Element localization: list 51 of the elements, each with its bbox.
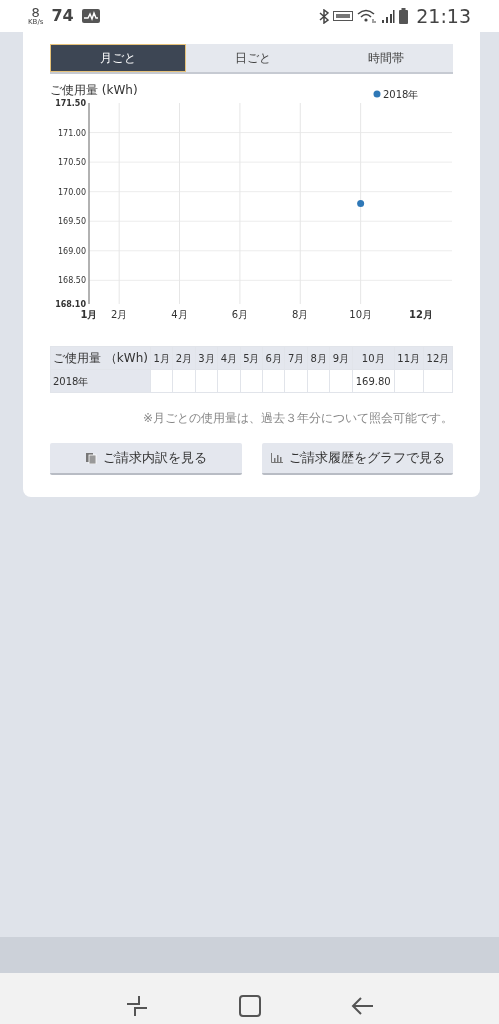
battery-icon xyxy=(399,8,409,24)
column-header: 12月 xyxy=(423,346,453,370)
tick-label: 6月 xyxy=(231,309,249,320)
data-point xyxy=(357,200,365,207)
tick-label: 170.00 xyxy=(58,187,86,197)
signal-icon xyxy=(381,8,396,24)
recent-apps-icon[interactable] xyxy=(124,994,149,1018)
activity-icon xyxy=(81,9,100,23)
bluetooth-icon xyxy=(319,8,330,24)
tick-label: 171.00 xyxy=(58,128,86,138)
tick-label: 2月 xyxy=(111,309,128,320)
column-header: 10月 xyxy=(352,346,395,370)
tab[interactable]: 月ごと xyxy=(50,44,186,72)
legend-label: 2018年 xyxy=(383,89,419,100)
clock-time: 21:13 xyxy=(416,3,471,29)
tick-label: 8月 xyxy=(292,309,309,320)
column-header: ご使用量 （kWh) xyxy=(50,346,151,370)
column-header: 11月 xyxy=(394,346,424,370)
column-header: 1月 xyxy=(150,346,173,370)
tab[interactable]: 時間帯 xyxy=(319,44,453,72)
tick-label: 1月 xyxy=(80,309,98,320)
row-header: 2018年 xyxy=(50,369,151,393)
column-header: 6月 xyxy=(262,346,285,370)
tick-label: 169.00 xyxy=(58,246,86,256)
tick-label: 12月 xyxy=(409,309,433,320)
bar-chart-icon xyxy=(270,453,283,463)
speed-value: 8 xyxy=(31,6,40,19)
column-header: 9月 xyxy=(329,346,353,370)
wifi-icon xyxy=(357,8,378,24)
document-icon xyxy=(85,452,97,464)
notification-count: 74 xyxy=(51,5,74,27)
column-header: 3月 xyxy=(195,346,218,370)
tick-label: 10月 xyxy=(349,309,372,320)
table-cell: 169.80 xyxy=(352,369,395,393)
home-icon[interactable] xyxy=(237,994,262,1018)
note-text: ※月ごとの使用量は、過去３年分について照会可能です。 xyxy=(141,410,453,427)
column-header: 5月 xyxy=(240,346,263,370)
tick-label: 168.50 xyxy=(58,276,86,286)
column-header: 2月 xyxy=(172,346,196,370)
tick-label: 168.10 xyxy=(55,300,86,309)
tab[interactable]: 日ごと xyxy=(185,44,320,72)
tick-label: 171.50 xyxy=(55,99,86,108)
tick-label: 4月 xyxy=(171,309,188,320)
column-header: 4月 xyxy=(217,346,241,370)
tick-label: 170.50 xyxy=(58,158,86,168)
action-button[interactable]: ご請求内訳を見る xyxy=(50,443,242,475)
axis-title: ご使用量 (kWh) xyxy=(50,83,138,97)
column-header: 8月 xyxy=(307,346,330,370)
tick-label: 169.50 xyxy=(58,217,86,227)
column-header: 7月 xyxy=(284,346,308,370)
action-button[interactable]: ご請求履歴をグラフで見る xyxy=(262,443,453,475)
